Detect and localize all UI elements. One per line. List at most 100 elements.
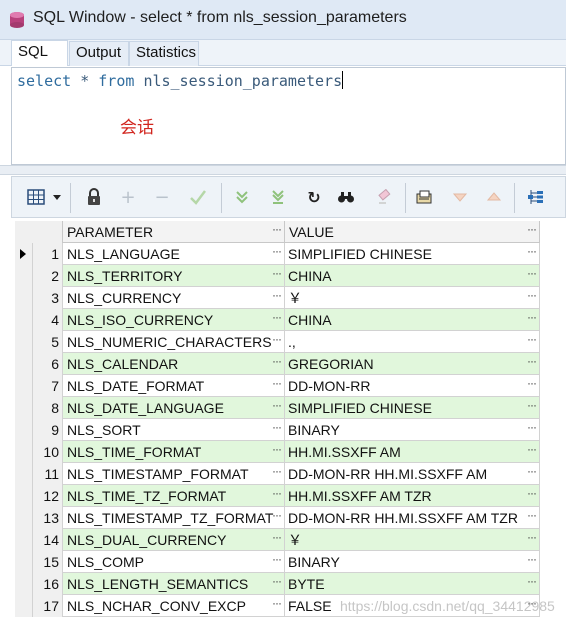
cell-edit-button[interactable]: ···	[527, 419, 537, 438]
cell-edit-button[interactable]: ···	[272, 529, 282, 548]
grid-layout-icon[interactable]	[24, 185, 48, 209]
fetch-last-icon[interactable]	[266, 185, 290, 209]
table-row[interactable]: 16 NLS_LENGTH_SEMANTICS ··· BYTE ···	[15, 573, 540, 595]
parameter-cell[interactable]: NLS_DATE_LANGUAGE ···	[63, 397, 285, 419]
tab-statistics[interactable]: Statistics	[129, 41, 199, 66]
cell-edit-button[interactable]: ···	[527, 287, 537, 306]
parameter-cell[interactable]: NLS_SORT ···	[63, 419, 285, 441]
tab-sql[interactable]: SQL	[11, 40, 68, 66]
tree-view-icon[interactable]	[524, 185, 548, 209]
row-indicator[interactable]	[15, 419, 33, 441]
cell-edit-button[interactable]: ···	[527, 463, 537, 482]
cell-edit-button[interactable]: ···	[527, 265, 537, 284]
table-row[interactable]: 12 NLS_TIME_TZ_FORMAT ··· HH.MI.SSXFF AM TZ…	[15, 485, 540, 507]
parameter-cell[interactable]: NLS_TERRITORY ···	[63, 265, 285, 287]
cell-edit-button[interactable]: ···	[272, 243, 282, 262]
find-icon[interactable]	[334, 185, 358, 209]
column-header-parameter[interactable]: PARAMETER ···	[63, 221, 285, 243]
parameter-cell[interactable]: NLS_NCHAR_CONV_EXCP ···	[63, 595, 285, 617]
splitter[interactable]	[0, 165, 566, 175]
cell-edit-button[interactable]: ···	[272, 595, 282, 614]
value-cell[interactable]: DD-MON-RR HH.MI.SSXFF AM TZR ···	[285, 507, 540, 529]
cell-edit-button[interactable]: ···	[527, 309, 537, 328]
table-row[interactable]: 3 NLS_CURRENCY ··· ￥ ···	[15, 287, 540, 309]
row-indicator[interactable]	[15, 485, 33, 507]
row-indicator[interactable]	[15, 353, 33, 375]
value-cell[interactable]: BINARY ···	[285, 419, 540, 441]
cell-edit-button[interactable]: ···	[527, 397, 537, 416]
column-header-value[interactable]: VALUE ···	[285, 221, 540, 243]
cell-edit-button[interactable]: ···	[527, 441, 537, 460]
row-indicator[interactable]	[15, 529, 33, 551]
cell-edit-button[interactable]: ···	[527, 551, 537, 570]
parameter-cell[interactable]: NLS_LENGTH_SEMANTICS ···	[63, 573, 285, 595]
previous-icon[interactable]	[448, 185, 472, 209]
dropdown-arrow-icon[interactable]	[50, 185, 64, 209]
parameter-cell[interactable]: NLS_NUMERIC_CHARACTERS ···	[63, 331, 285, 353]
refresh-icon[interactable]: ↻	[302, 185, 326, 209]
column-menu-button[interactable]: ···	[272, 218, 282, 240]
parameter-cell[interactable]: NLS_DATE_FORMAT ···	[63, 375, 285, 397]
parameter-cell[interactable]: NLS_LANGUAGE ···	[63, 243, 285, 265]
row-indicator[interactable]	[15, 375, 33, 397]
cell-edit-button[interactable]: ···	[272, 397, 282, 416]
cell-edit-button[interactable]: ···	[527, 331, 537, 350]
cell-edit-button[interactable]: ···	[272, 463, 282, 482]
row-indicator[interactable]	[15, 463, 33, 485]
parameter-cell[interactable]: NLS_CALENDAR ···	[63, 353, 285, 375]
cell-edit-button[interactable]: ···	[527, 375, 537, 394]
cell-edit-button[interactable]: ···	[527, 507, 537, 526]
column-menu-button[interactable]: ···	[527, 218, 537, 240]
row-indicator[interactable]	[15, 595, 33, 617]
cell-edit-button[interactable]: ···	[527, 243, 537, 262]
sql-editor[interactable]: select * from nls_session_parameters 会话	[11, 67, 566, 165]
row-indicator[interactable]	[15, 573, 33, 595]
cell-edit-button[interactable]: ···	[272, 419, 282, 438]
row-indicator[interactable]	[15, 397, 33, 419]
parameter-cell[interactable]: NLS_TIMESTAMP_FORMAT ···	[63, 463, 285, 485]
value-cell[interactable]: ., ···	[285, 331, 540, 353]
parameter-cell[interactable]: NLS_TIME_FORMAT ···	[63, 441, 285, 463]
clear-icon[interactable]	[372, 185, 396, 209]
cell-edit-button[interactable]: ···	[272, 485, 282, 504]
row-indicator[interactable]	[15, 507, 33, 529]
cell-edit-button[interactable]: ···	[527, 353, 537, 372]
row-indicator[interactable]	[15, 243, 33, 265]
parameter-cell[interactable]: NLS_TIME_TZ_FORMAT ···	[63, 485, 285, 507]
cell-edit-button[interactable]: ···	[272, 309, 282, 328]
table-row[interactable]: 13 NLS_TIMESTAMP_TZ_FORMAT ··· DD-MON-RR HH…	[15, 507, 540, 529]
cell-edit-button[interactable]: ···	[272, 353, 282, 372]
parameter-cell[interactable]: NLS_ISO_CURRENCY ···	[63, 309, 285, 331]
fetch-next-icon[interactable]	[230, 185, 254, 209]
delete-record-icon[interactable]: −	[150, 185, 174, 209]
value-cell[interactable]: CHINA ···	[285, 265, 540, 287]
row-indicator[interactable]	[15, 441, 33, 463]
cell-edit-button[interactable]: ···	[527, 529, 537, 548]
value-cell[interactable]: SIMPLIFIED CHINESE ···	[285, 397, 540, 419]
table-row[interactable]: 9 NLS_SORT ··· BINARY ···	[15, 419, 540, 441]
table-row[interactable]: 15 NLS_COMP ··· BINARY ···	[15, 551, 540, 573]
value-cell[interactable]: HH.MI.SSXFF AM TZR ···	[285, 485, 540, 507]
export-icon[interactable]	[412, 185, 436, 209]
lock-icon[interactable]	[82, 185, 106, 209]
cell-edit-button[interactable]: ···	[272, 507, 282, 526]
parameter-cell[interactable]: NLS_CURRENCY ···	[63, 287, 285, 309]
cell-edit-button[interactable]: ···	[272, 375, 282, 394]
value-cell[interactable]: DD-MON-RR HH.MI.SSXFF AM ···	[285, 463, 540, 485]
value-cell[interactable]: DD-MON-RR ···	[285, 375, 540, 397]
cell-edit-button[interactable]: ···	[527, 573, 537, 592]
parameter-cell[interactable]: NLS_TIMESTAMP_TZ_FORMAT ···	[63, 507, 285, 529]
row-indicator[interactable]	[15, 287, 33, 309]
tab-output[interactable]: Output	[69, 41, 129, 66]
table-row[interactable]: 10 NLS_TIME_FORMAT ··· HH.MI.SSXFF AM ···	[15, 441, 540, 463]
row-indicator[interactable]	[15, 331, 33, 353]
table-row[interactable]: 14 NLS_DUAL_CURRENCY ··· ￥ ···	[15, 529, 540, 551]
table-row[interactable]: 7 NLS_DATE_FORMAT ··· DD-MON-RR ···	[15, 375, 540, 397]
value-cell[interactable]: ￥ ···	[285, 529, 540, 551]
cell-edit-button[interactable]: ···	[527, 485, 537, 504]
table-row[interactable]: 5 NLS_NUMERIC_CHARACTERS ···., ···	[15, 331, 540, 353]
row-indicator[interactable]	[15, 551, 33, 573]
table-row[interactable]: 2 NLS_TERRITORY ··· CHINA ···	[15, 265, 540, 287]
value-cell[interactable]: BYTE ···	[285, 573, 540, 595]
parameter-cell[interactable]: NLS_DUAL_CURRENCY ···	[63, 529, 285, 551]
